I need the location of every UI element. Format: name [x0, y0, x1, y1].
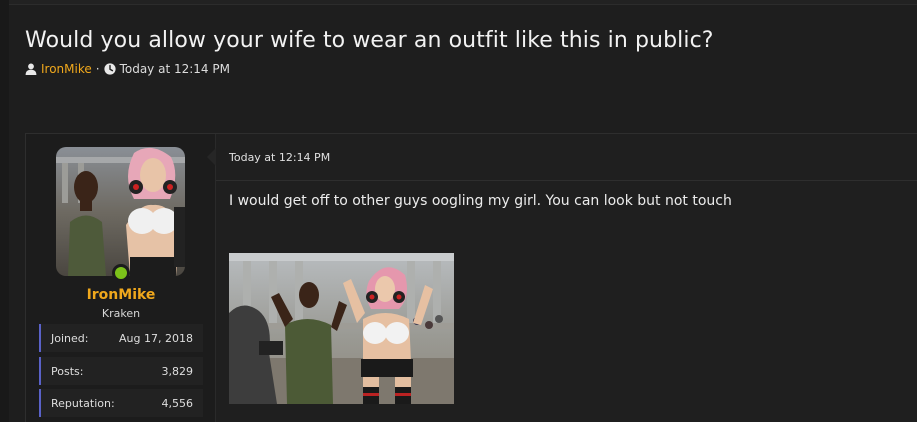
attached-photo[interactable]: [229, 253, 454, 404]
stat-value: 4,556: [161, 396, 194, 410]
clock-icon: [103, 63, 116, 75]
left-rail: [0, 0, 9, 422]
online-status-indicator: [112, 264, 130, 282]
stat-posts: Posts: 3,829: [39, 357, 203, 385]
stat-value[interactable]: 3,829: [162, 365, 194, 378]
stat-label: Posts:: [51, 364, 84, 378]
user-title: Kraken: [101, 307, 141, 320]
stat-joined: Joined: Aug 17, 2018: [39, 324, 203, 352]
post-header: Today at 12:14 PM: [207, 134, 917, 181]
stat-value: Aug 17, 2018: [119, 331, 193, 345]
post: IronMike Kraken Joined: Aug 17, 2018 Pos…: [25, 133, 917, 422]
post-message-text: I would get off to other guys oogling my…: [229, 193, 732, 209]
thread-timestamp-link[interactable]: Today at 12:14 PM: [120, 62, 230, 76]
post-author-name[interactable]: IronMike: [26, 287, 216, 303]
avatar[interactable]: [56, 147, 185, 276]
thread-title: Would you allow your wife to wear an out…: [25, 28, 714, 53]
thread-meta: IronMike · Today at 12:14 PM: [25, 62, 230, 76]
stat-reputation: Reputation: 4,556: [39, 389, 203, 417]
thread-author-link[interactable]: IronMike: [41, 62, 92, 76]
post-message-cell: Today at 12:14 PM I would get off to oth…: [207, 134, 917, 422]
stat-label: Joined:: [51, 331, 89, 345]
post-user-cell: IronMike Kraken Joined: Aug 17, 2018 Pos…: [26, 134, 216, 422]
post-timestamp-link[interactable]: Today at 12:14 PM: [229, 151, 330, 164]
top-strip: [9, 0, 917, 5]
stat-label: Reputation:: [51, 396, 115, 410]
user-icon: [25, 63, 37, 75]
page: Would you allow your wife to wear an out…: [0, 0, 917, 422]
post-arrow: [207, 148, 216, 166]
meta-separator: ·: [95, 62, 100, 76]
